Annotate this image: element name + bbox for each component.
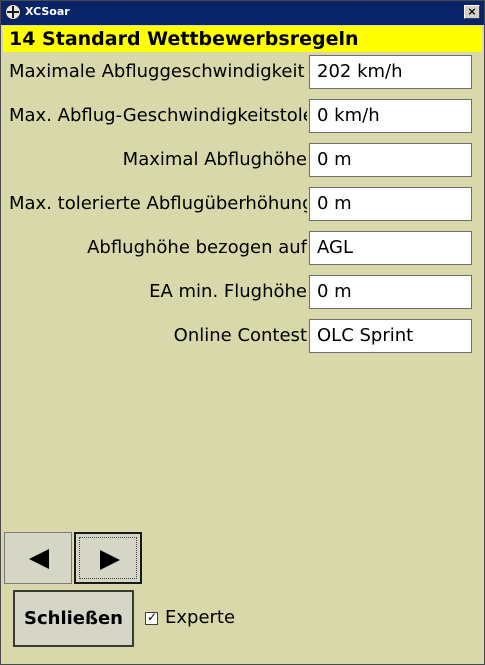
window-close-button[interactable]: ×: [464, 5, 480, 19]
title-bar: XCSoar ×: [1, 1, 484, 25]
page-title: 14 Standard Wettbewerbsregeln: [3, 26, 482, 52]
field-label: Online Contest: [173, 325, 307, 346]
field-row-start-speed-tolerance: Max. Abflug-Geschwindigkeitstoleranz 0 k…: [1, 98, 484, 134]
start-height-reference-select[interactable]: AGL: [309, 231, 472, 265]
online-contest-select[interactable]: OLC Sprint: [309, 319, 472, 353]
field-row-max-start-speed: Maximale Abfluggeschwindigkeit 202 km/h: [1, 54, 484, 90]
field-label: Maximal Abflughöhe: [122, 149, 307, 170]
field-row-start-height-reference: Abflughöhe bezogen auf AGL: [1, 230, 484, 266]
field-row-max-start-height: Maximal Abflughöhe 0 m: [1, 142, 484, 178]
start-height-tolerance-field[interactable]: 0 m: [309, 187, 472, 221]
field-label: Max. tolerierte Abflugüberhöhung: [9, 193, 307, 214]
checkmark-icon: ✓: [147, 610, 158, 624]
expert-checkbox[interactable]: ✓: [145, 610, 158, 625]
finish-min-height-field[interactable]: 0 m: [309, 275, 472, 309]
field-row-start-height-tolerance: Max. tolerierte Abflugüberhöhung 0 m: [1, 186, 484, 222]
expert-label[interactable]: Experte: [165, 605, 235, 631]
xcsoar-app-icon: [5, 4, 21, 20]
field-label: Maximale Abfluggeschwindigkeit: [9, 61, 305, 82]
field-row-online-contest: Online Contest OLC Sprint: [1, 318, 484, 354]
field-label: EA min. Flughöhe: [149, 281, 307, 302]
max-start-height-field[interactable]: 0 m: [309, 143, 472, 177]
field-label: Abflughöhe bezogen auf: [87, 237, 307, 258]
close-button[interactable]: Schließen: [13, 590, 134, 647]
field-row-finish-min-height: EA min. Flughöhe 0 m: [1, 274, 484, 310]
arrow-right-icon: [100, 550, 120, 570]
field-label: Max. Abflug-Geschwindigkeitstoleranz: [9, 105, 307, 126]
previous-page-button[interactable]: [4, 532, 72, 584]
start-speed-tolerance-field[interactable]: 0 km/h: [309, 99, 472, 133]
arrow-left-icon: [29, 549, 49, 569]
app-window: XCSoar × 14 Standard Wettbewerbsregeln M…: [0, 0, 485, 665]
next-page-button[interactable]: [74, 532, 142, 584]
max-start-speed-field[interactable]: 202 km/h: [309, 55, 472, 89]
window-title: XCSoar: [25, 5, 70, 18]
